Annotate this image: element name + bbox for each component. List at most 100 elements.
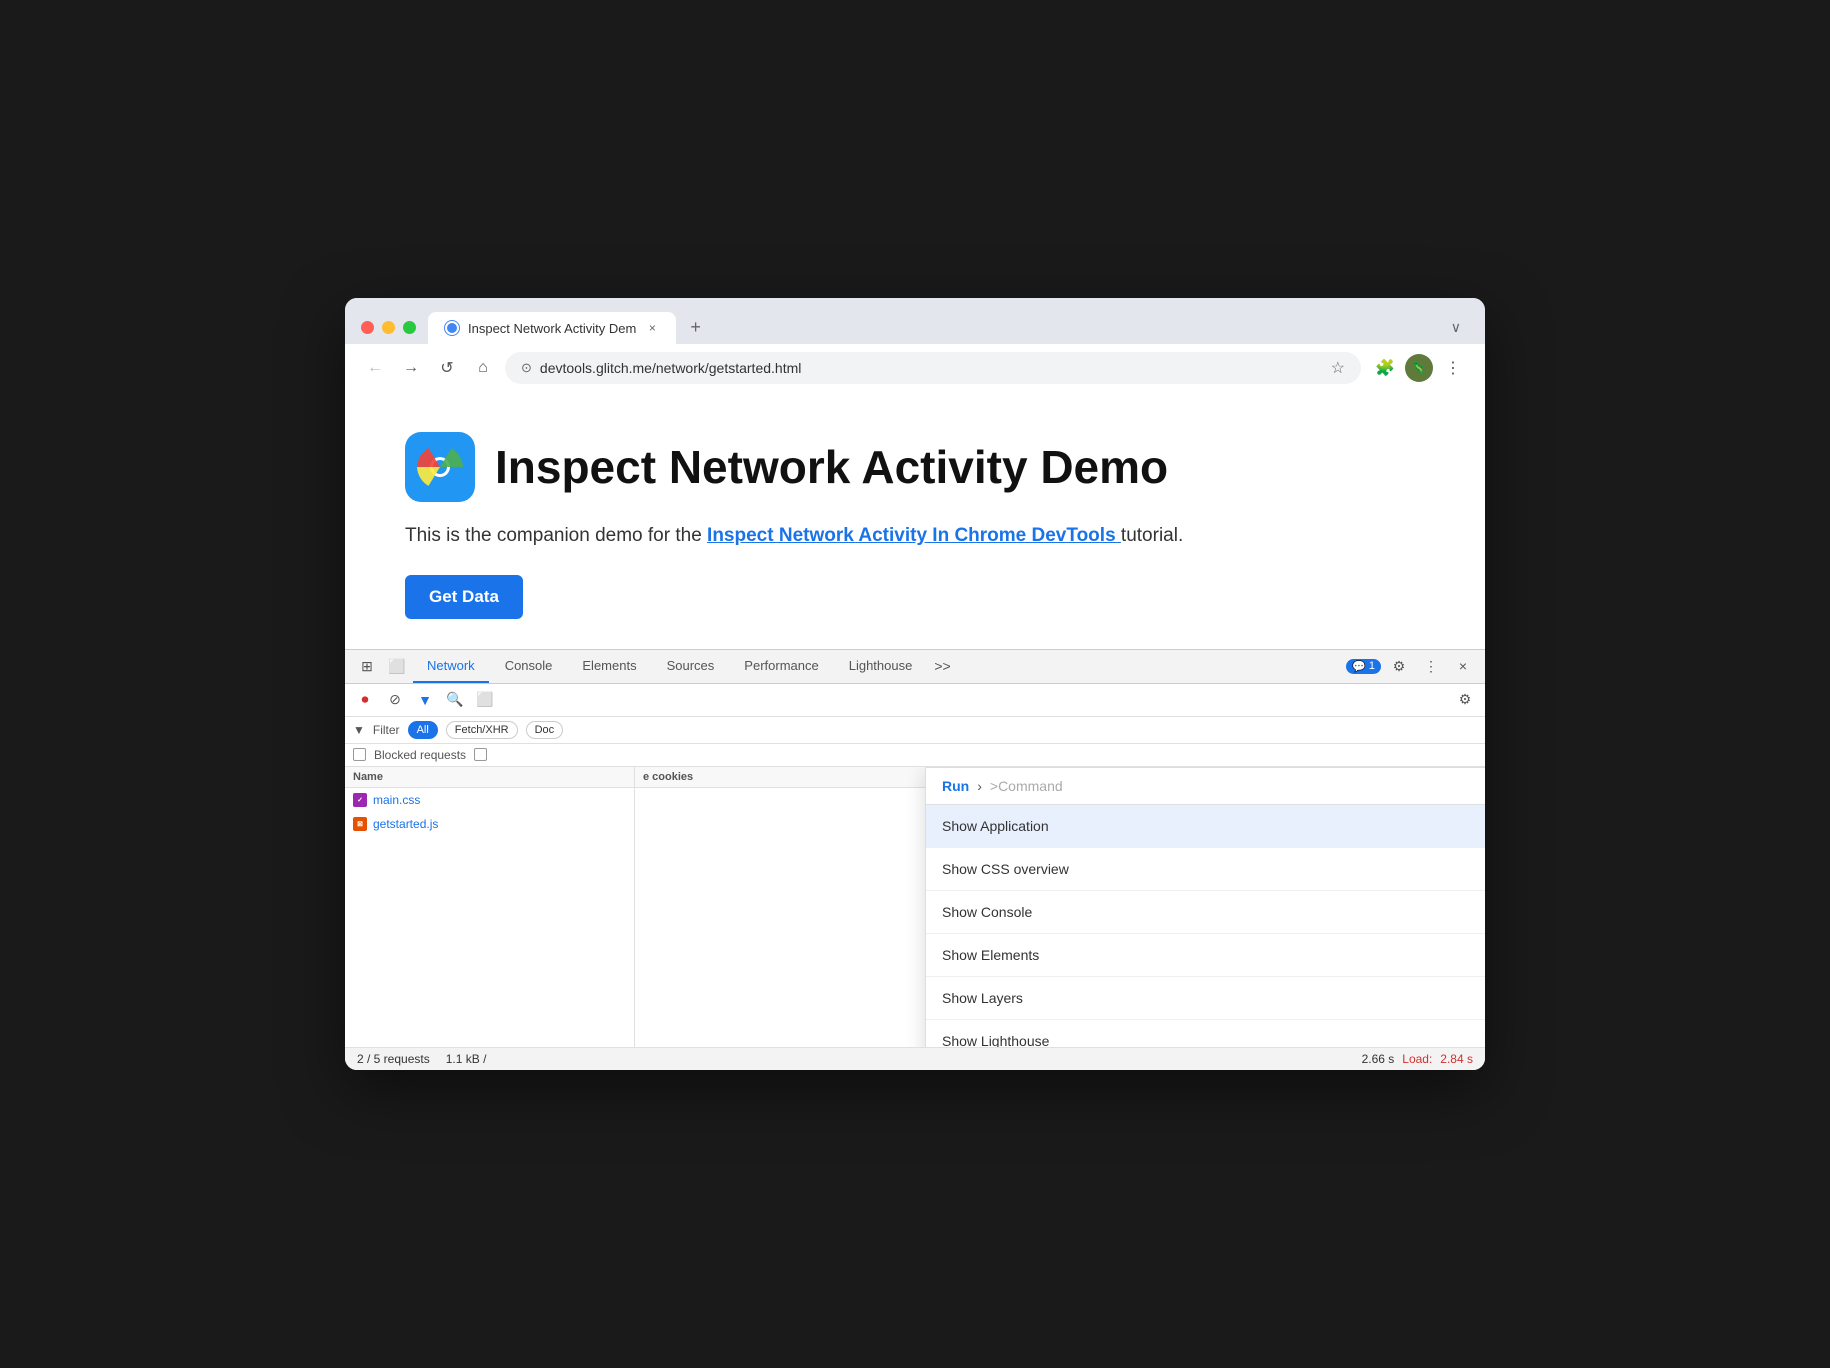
requests-count: 2 / 5 requests [357,1052,430,1066]
tab-lighthouse[interactable]: Lighthouse [835,650,927,683]
desc-after: tutorial. [1121,525,1183,546]
inspect-element-icon[interactable]: ⊞ [353,650,381,682]
command-item-label-0: Show Application [942,818,1485,834]
command-run-label: Run [942,778,969,794]
console-badge-count: 1 [1369,660,1375,672]
command-item-show-console[interactable]: Show Console Panel [926,891,1485,934]
page-description: This is the companion demo for the Inspe… [405,522,1425,551]
command-item-show-lighthouse[interactable]: Show Lighthouse Panel [926,1020,1485,1047]
command-item-show-layers[interactable]: Show Layers Panel [926,977,1485,1020]
command-item-label-2: Show Console [942,904,1485,920]
tab-console[interactable]: Console [491,650,567,683]
network-details: e cookies Time 802 B 45 ms 330 B 43 ms R… [635,767,1485,1047]
filter-chip-all[interactable]: All [408,721,438,739]
devtools-panel: ⊞ ⬜ Network Console Elements Sources Per… [345,649,1485,1070]
search-button[interactable]: 🔍 [443,688,467,712]
browser-window: Inspect Network Activity Dem × + ∨ ← → ↺… [345,298,1485,1070]
command-item-show-css-overview[interactable]: Show CSS overview Panel [926,848,1485,891]
blocked-requests-checkbox[interactable] [353,748,366,761]
tabs-area: Inspect Network Activity Dem × + [428,310,1431,344]
chrome-menu-button[interactable]: ⋮ [1437,352,1469,384]
transfer-size: 1.1 kB / [446,1052,487,1066]
more-tabs-button[interactable]: >> [928,654,956,678]
cookies-note: e cookies [643,771,693,783]
clear-button[interactable]: ⊘ [383,688,407,712]
browser-actions: 🧩 🦎 ⋮ [1369,352,1469,384]
command-item-label-3: Show Elements [942,947,1485,963]
bookmark-icon[interactable]: ☆ [1331,358,1345,378]
profile-avatar[interactable]: 🦎 [1405,354,1433,382]
devtools-more-actions-icon[interactable]: ⋮ [1417,650,1445,682]
filter-button[interactable]: ▼ [413,688,437,712]
command-item-show-elements[interactable]: Show Elements Panel [926,934,1485,977]
forward-button[interactable]: → [397,354,425,382]
tab-sources[interactable]: Sources [653,650,729,683]
get-data-button[interactable]: Get Data [405,575,523,619]
js-file-icon: ⊠ [353,817,367,831]
back-button[interactable]: ← [361,354,389,382]
tab-close-button[interactable]: × [644,320,660,336]
filter-icon: ▼ [353,723,365,737]
device-toolbar-icon[interactable]: ⬜ [383,650,411,682]
command-item-show-application[interactable]: Show Application Panel [926,805,1485,848]
console-badge[interactable]: 💬 1 [1346,659,1381,674]
devtools-right-actions: 💬 1 ⚙ ⋮ × [1346,650,1477,682]
tab-favicon [444,320,460,336]
file-list-header-name: Name [353,771,383,783]
devtools-link[interactable]: Inspect Network Activity In Chrome DevTo… [707,525,1121,546]
tab-label: Inspect Network Activity Dem [468,321,636,336]
maximize-button[interactable] [403,321,416,334]
command-header: Run › >Command [926,768,1485,805]
tab-chevron-icon[interactable]: ∨ [1443,311,1469,344]
filter-label-text: Filter [373,723,400,737]
load-time-section: 2.66 s Load: 2.84 s [1362,1052,1473,1066]
blocked-requests-row: Blocked requests [345,744,1485,767]
blocked-cookies-checkbox[interactable] [474,748,487,761]
url-bar[interactable]: ⊙ devtools.glitch.me/network/getstarted.… [505,352,1361,384]
network-panel-body: Name ✓ main.css ⊠ getstarted.js e cookie… [345,767,1485,1047]
minimize-button[interactable] [382,321,395,334]
devtools-close-button[interactable]: × [1449,650,1477,682]
tab-network[interactable]: Network [413,650,489,683]
load-label: Load: [1402,1052,1432,1066]
page-header: Inspect Network Activity Demo [405,432,1425,502]
capture-screenshot-button[interactable]: ⬜ [473,688,497,712]
file-name-getstarted-js: getstarted.js [373,817,438,831]
page-logo [405,432,475,502]
address-bar: ← → ↺ ⌂ ⊙ devtools.glitch.me/network/get… [345,344,1485,392]
command-item-label-1: Show CSS overview [942,861,1485,877]
blocked-requests-label: Blocked requests [374,748,466,762]
url-text: devtools.glitch.me/network/getstarted.ht… [540,360,1323,376]
traffic-lights [361,321,416,334]
page-content: Inspect Network Activity Demo This is th… [345,392,1485,649]
file-list-header: Name [345,767,634,788]
file-name-main-css: main.css [373,793,420,807]
command-menu: Run › >Command Show Application Panel Sh… [925,767,1485,1047]
network-settings-icon[interactable]: ⚙ [1453,688,1477,712]
load-time-value: 2.84 s [1440,1052,1473,1066]
new-tab-button[interactable]: + [680,310,711,344]
console-badge-icon: 💬 [1352,660,1366,673]
title-bar: Inspect Network Activity Dem × + ∨ [345,298,1485,344]
reload-button[interactable]: ↺ [433,354,461,382]
filter-chip-doc[interactable]: Doc [526,721,564,739]
command-input-placeholder[interactable]: >Command [990,778,1063,794]
css-file-icon: ✓ [353,793,367,807]
close-button[interactable] [361,321,374,334]
extensions-button[interactable]: 🧩 [1369,352,1401,384]
network-toolbar: ⏺ ⊘ ▼ 🔍 ⬜ ⚙ [345,684,1485,717]
dom-load-time: 2.66 s [1362,1052,1395,1066]
filter-chip-fetch-xhr[interactable]: Fetch/XHR [446,721,518,739]
active-tab[interactable]: Inspect Network Activity Dem × [428,312,676,344]
file-item-getstarted-js[interactable]: ⊠ getstarted.js [345,812,634,836]
status-bar: 2 / 5 requests 1.1 kB / 2.66 s Load: 2.8… [345,1047,1485,1070]
record-button[interactable]: ⏺ [353,688,377,712]
devtools-tab-bar: ⊞ ⬜ Network Console Elements Sources Per… [345,650,1485,684]
tab-performance[interactable]: Performance [730,650,832,683]
tab-elements[interactable]: Elements [568,650,650,683]
home-button[interactable]: ⌂ [469,354,497,382]
devtools-settings-icon[interactable]: ⚙ [1385,650,1413,682]
command-item-label-4: Show Layers [942,990,1485,1006]
file-item-main-css[interactable]: ✓ main.css [345,788,634,812]
desc-before: This is the companion demo for the [405,525,707,546]
